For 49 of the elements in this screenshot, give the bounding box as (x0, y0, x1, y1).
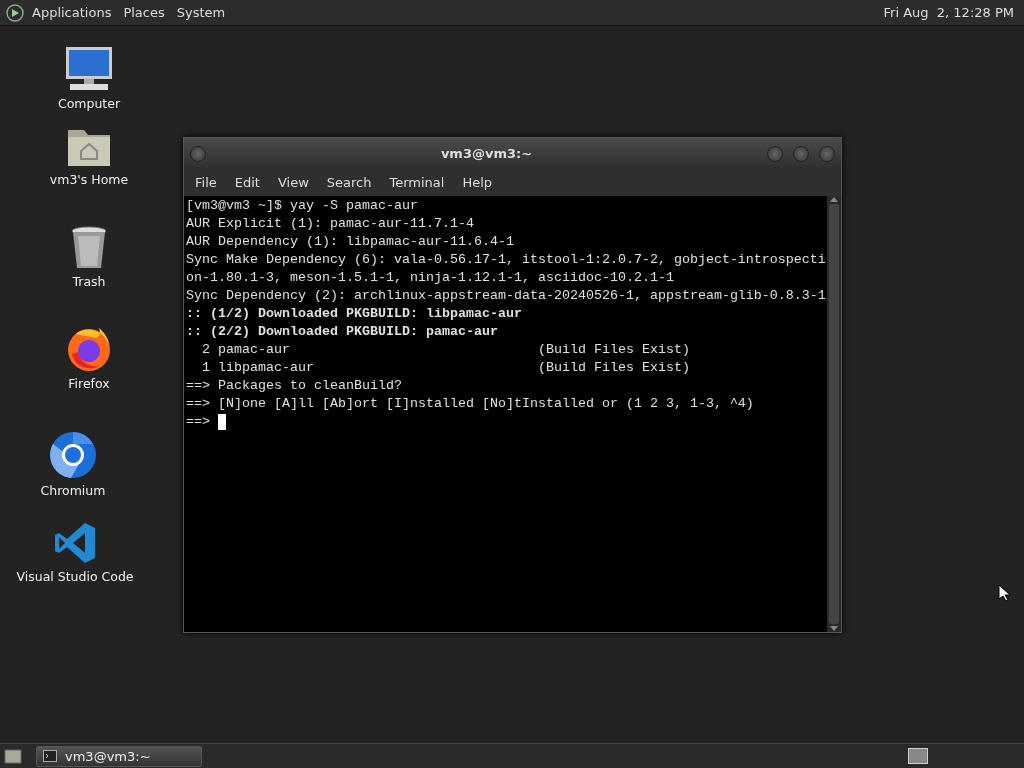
show-desktop-icon[interactable] (4, 748, 22, 764)
window-title: vm3@vm3:~ (440, 146, 533, 161)
desktop-icon-label[interactable]: Computer (57, 96, 121, 111)
terminal-line: :: (1/2) Downloaded PKGBUILD: libpamac-aur (186, 305, 522, 323)
workspace-switcher-icon[interactable] (908, 748, 928, 764)
taskbar-button[interactable]: vm3@vm3:~ (36, 745, 202, 767)
terminal-line: Sync Make Dependency (6): vala-0.56.17-1, itstool-1:2.0.7-2, gobject-introspecti (186, 251, 826, 269)
scrollbar-thumb[interactable] (829, 204, 839, 624)
distro-logo-icon[interactable] (6, 3, 24, 22)
terminal-line: Sync Dependency (2): archlinux-appstream-data-20240526-1, appstream-glib-0.8.3-1 (186, 287, 826, 305)
mouse-pointer-icon (998, 584, 1010, 602)
desktop-icon-label[interactable]: Visual Studio Code (16, 569, 134, 584)
minimize-button[interactable] (767, 145, 783, 162)
terminal-line: ==> Packages to cleanBuild? (186, 377, 402, 395)
terminal-line: [vm3@vm3 ~]$ yay -S pamac-aur (186, 197, 418, 215)
menu-item[interactable]: Edit (225, 175, 269, 190)
menu-item[interactable]: Terminal (380, 175, 454, 190)
menu-item[interactable]: View (268, 175, 318, 190)
terminal-icon (43, 750, 57, 762)
terminal-line: AUR Dependency (1): libpamac-aur-11.6.4-1 (186, 233, 514, 251)
terminal-line: 2 pamac-aur (Build Files Exist) (201, 341, 690, 359)
code-editor-icon (53, 521, 97, 565)
scroll-down-icon[interactable] (830, 626, 838, 632)
terminal-line: ==> [N]one [A]ll [Ab]ort [I]nstalled [No]tInstalled or (1 2 3, 1-3, ^4) (186, 395, 754, 413)
chromium-icon (49, 431, 97, 479)
menu-item[interactable]: Search (317, 175, 381, 190)
window-menu-button[interactable] (190, 145, 206, 162)
scrollbar[interactable] (827, 196, 841, 632)
desktop-icon-label[interactable]: Chromium (40, 483, 106, 498)
panel-menu[interactable]: System (172, 5, 230, 20)
clock[interactable]: Fri Aug 2, 12:28 PM (879, 5, 1018, 20)
panel-menu[interactable]: Applications (28, 5, 116, 20)
desktop-icon-label[interactable]: vm3's Home (49, 172, 129, 187)
terminal-line: AUR Explicit (1): pamac-aur-11.7.1-4 (186, 215, 474, 233)
terminal-line: on-1.80.1-3, meson-1.5.1-1, ninja-1.12.1-1, asciidoc-10.2.1-1 (186, 269, 674, 287)
terminal-line: :: (2/2) Downloaded PKGBUILD: pamac-aur (186, 323, 498, 341)
menu-item[interactable]: File (186, 175, 226, 190)
panel-menu[interactable]: Places (119, 5, 169, 20)
firefox-icon (66, 326, 112, 372)
terminal-line: 1 libpamac-aur (Build Files Exist) (201, 359, 690, 377)
terminal-line: ==> (186, 413, 211, 431)
desktop-icon-label[interactable]: Trash (72, 274, 106, 289)
close-button[interactable] (819, 145, 835, 162)
menu-item[interactable]: Help (453, 175, 502, 190)
computer-icon (64, 46, 114, 92)
desktop-icon-label[interactable]: Firefox (68, 376, 110, 391)
trash-icon (70, 226, 108, 270)
maximize-button[interactable] (793, 145, 809, 162)
home-folder-icon (66, 128, 112, 168)
